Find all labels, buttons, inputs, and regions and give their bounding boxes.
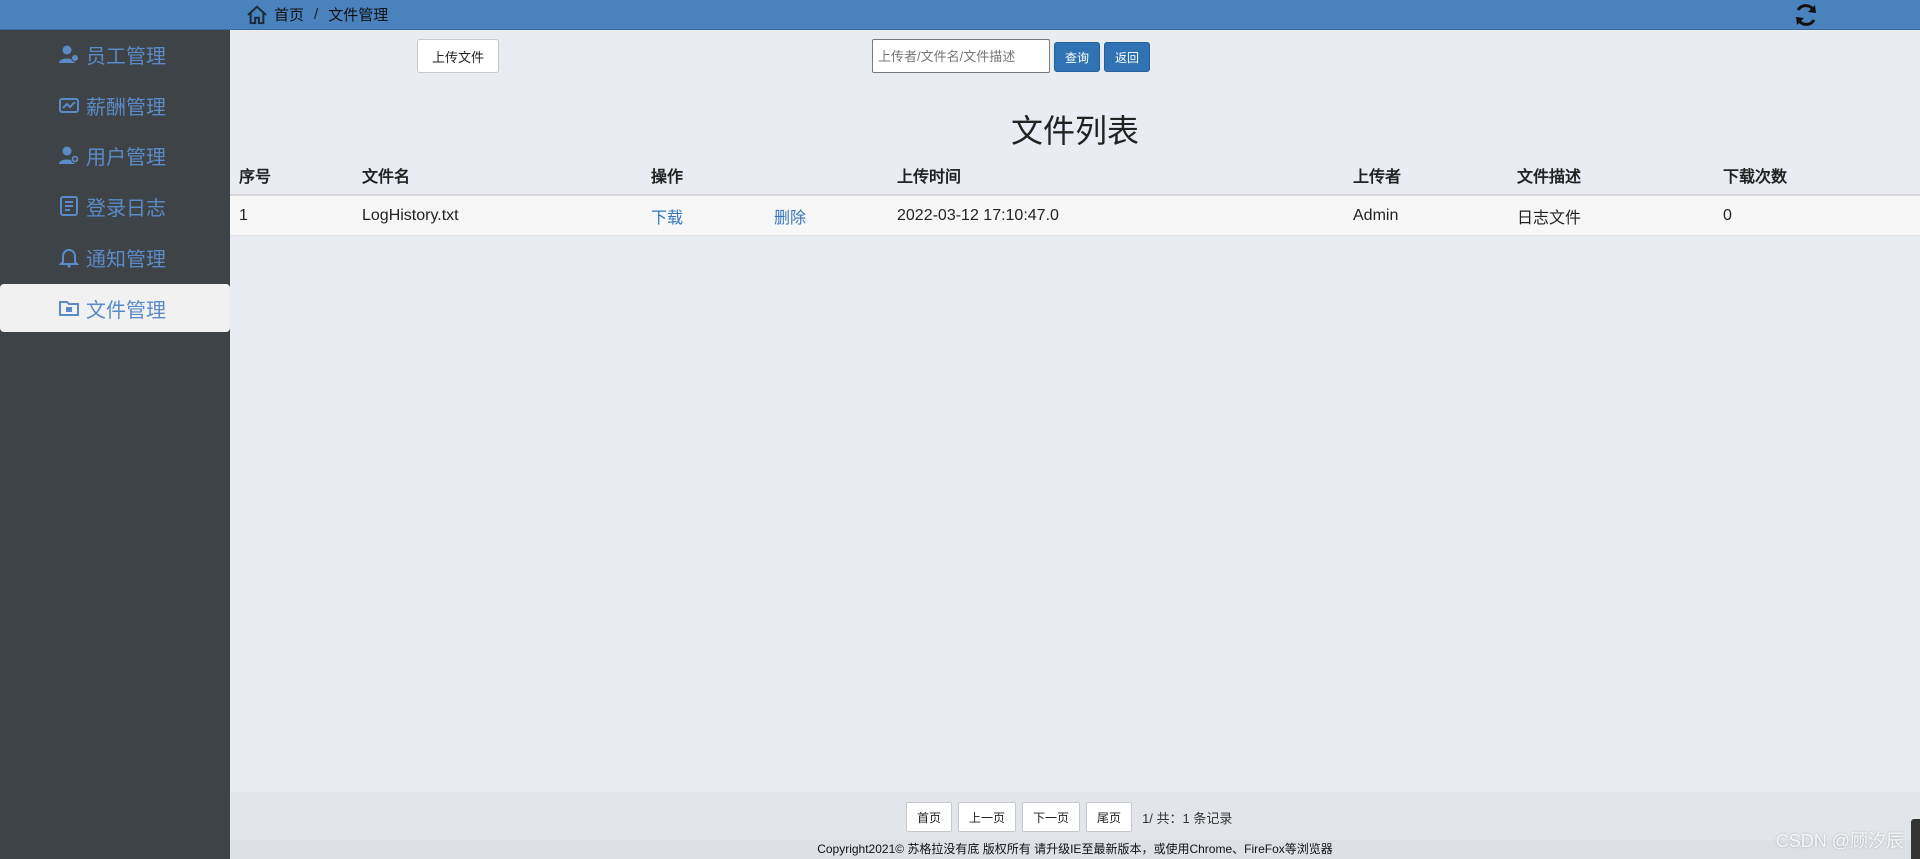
footer-copyright: Copyright2021© 苏格拉没有底 版权所有 请升级IE至最新版本，或使… xyxy=(230,840,1920,859)
header-description: 文件描述 xyxy=(1517,169,1582,186)
refresh-icon[interactable] xyxy=(1792,2,1820,28)
header-filename: 文件名 xyxy=(362,169,411,186)
sidebar-item-label: 登录日志 xyxy=(86,197,166,220)
first-page-button[interactable]: 首页 xyxy=(906,802,953,832)
cell-uploader: Admin xyxy=(1353,206,1399,224)
watermark: CSDN @顾汐辰 xyxy=(1775,831,1904,851)
pagination: 首页 上一页 下一页 尾页 1/ 共：1 条记录 xyxy=(906,802,1232,832)
sidebar-item-employee[interactable]: 员工管理 xyxy=(0,30,230,78)
cell-index: 1 xyxy=(239,206,248,224)
back-button[interactable]: 返回 xyxy=(1104,42,1150,72)
cell-upload-time: 2022-03-12 17:10:47.0 xyxy=(897,206,1059,224)
header-download-count: 下载次数 xyxy=(1723,169,1788,186)
header-index: 序号 xyxy=(239,169,272,186)
page-info: 1/ 共：1 条记录 xyxy=(1142,810,1233,826)
download-link-wrap: 下载 xyxy=(651,196,683,235)
sidebar-item-notifications[interactable]: 通知管理 xyxy=(0,233,230,281)
page-title: 文件列表 xyxy=(1010,113,1139,149)
sidebar-item-login-log[interactable]: 登录日志 xyxy=(0,182,230,230)
employee-icon xyxy=(59,45,79,63)
pagination-bar: 首页 上一页 下一页 尾页 1/ 共：1 条记录 xyxy=(230,792,1920,840)
bell-icon xyxy=(58,249,80,268)
sidebar: 员工管理 薪酬管理 用户管理 登录日志 通知管理 文件管理 xyxy=(0,30,230,859)
resize-handle xyxy=(1911,819,1920,859)
header-upload-time: 上传时间 xyxy=(897,169,962,186)
sidebar-item-label: 员工管理 xyxy=(86,45,166,68)
delete-link-wrap: 删除 xyxy=(774,196,806,235)
sidebar-item-label: 薪酬管理 xyxy=(86,96,166,119)
sidebar-item-label: 用户管理 xyxy=(86,146,166,169)
next-page-button[interactable]: 下一页 xyxy=(1022,802,1081,832)
sidebar-item-label: 通知管理 xyxy=(86,248,166,271)
cell-filename: LogHistory.txt xyxy=(362,206,459,224)
home-icon[interactable] xyxy=(246,4,268,25)
table-header: 序号 文件名 操作 上传时间 上传者 文件描述 下载次数 xyxy=(230,156,1920,196)
log-icon xyxy=(60,196,78,216)
top-bar: 首页 / 文件管理 xyxy=(0,0,1920,30)
last-page-button[interactable]: 尾页 xyxy=(1086,802,1133,832)
file-table: 序号 文件名 操作 上传时间 上传者 文件描述 下载次数 1 LogHistor… xyxy=(230,156,1920,236)
folder-icon xyxy=(59,301,79,316)
breadcrumb: 首页 / 文件管理 xyxy=(246,4,388,25)
upload-file-button[interactable]: 上传文件 xyxy=(417,39,499,73)
delete-link[interactable]: 删除 xyxy=(774,204,806,228)
user-icon xyxy=(59,146,80,164)
breadcrumb-current: 文件管理 xyxy=(328,7,389,24)
cell-download-count: 0 xyxy=(1723,206,1732,224)
breadcrumb-home[interactable]: 首页 xyxy=(274,4,304,25)
download-link[interactable]: 下载 xyxy=(651,204,683,228)
cell-description: 日志文件 xyxy=(1517,209,1582,227)
table-row: 1 LogHistory.txt 下载 删除 2022-03-12 17:10:… xyxy=(230,196,1920,236)
prev-page-button[interactable]: 上一页 xyxy=(958,802,1017,832)
breadcrumb-separator: / xyxy=(314,6,319,23)
sidebar-item-label: 文件管理 xyxy=(86,299,166,322)
main-content: 上传文件 查询 返回 文件列表 序号 文件名 操作 上传时间 上传者 文件描述 … xyxy=(230,30,1920,859)
salary-icon xyxy=(59,98,79,113)
sidebar-item-users[interactable]: 用户管理 xyxy=(0,131,230,179)
header-actions: 操作 xyxy=(651,169,684,186)
header-uploader: 上传者 xyxy=(1353,169,1402,186)
sidebar-item-salary[interactable]: 薪酬管理 xyxy=(0,81,230,129)
query-button[interactable]: 查询 xyxy=(1054,42,1100,72)
search-input[interactable] xyxy=(872,39,1050,73)
sidebar-item-files[interactable]: 文件管理 xyxy=(0,284,230,332)
